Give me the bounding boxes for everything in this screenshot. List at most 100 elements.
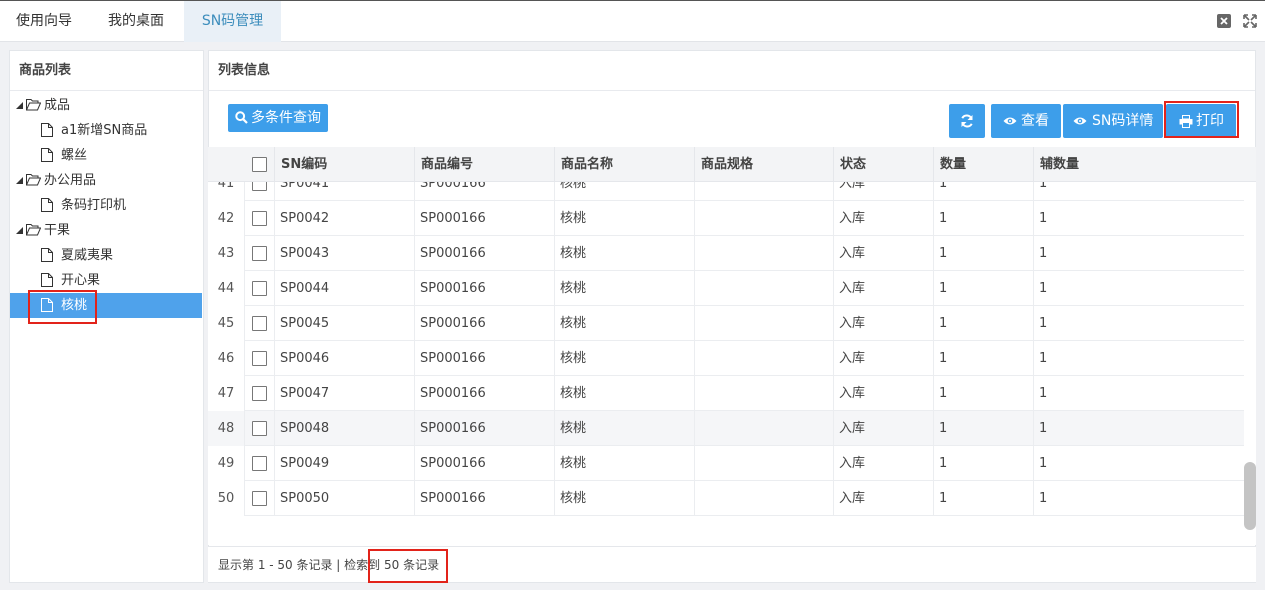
table-row[interactable]: 49 SP0049 SP000166 核桃 入库 1 1 bbox=[208, 446, 1244, 481]
print-button[interactable]: 打印 bbox=[1166, 104, 1236, 138]
row-checkbox-cell bbox=[244, 411, 274, 446]
cell-status: 入库 bbox=[833, 376, 933, 411]
file-icon bbox=[41, 273, 53, 287]
table-row[interactable]: 45 SP0045 SP000166 核桃 入库 1 1 bbox=[208, 306, 1244, 341]
col-aux-quantity[interactable]: 辅数量 bbox=[1033, 147, 1244, 182]
table-row[interactable]: 46 SP0046 SP000166 核桃 入库 1 1 bbox=[208, 341, 1244, 376]
row-checkbox[interactable] bbox=[252, 211, 267, 226]
cell-product-code: SP000166 bbox=[414, 236, 554, 271]
table-row[interactable]: 44 SP0044 SP000166 核桃 入库 1 1 bbox=[208, 271, 1244, 306]
cell-status: 入库 bbox=[833, 182, 933, 201]
cell-product-spec bbox=[694, 271, 833, 306]
cell-status: 入库 bbox=[833, 306, 933, 341]
cell-sn-code: SP0046 bbox=[274, 341, 414, 376]
grid-header: SN编码 商品编号 商品名称 商品规格 状态 数量 辅数量 bbox=[208, 147, 1256, 182]
row-checkbox[interactable] bbox=[252, 351, 267, 366]
scrollbar-thumb[interactable] bbox=[1244, 462, 1256, 530]
refresh-button[interactable] bbox=[949, 104, 985, 138]
multi-condition-query-button[interactable]: 多条件查询 bbox=[228, 104, 328, 132]
row-number: 45 bbox=[208, 306, 244, 341]
tree-node-finished-goods[interactable]: 成品 bbox=[10, 93, 202, 118]
col-product-spec[interactable]: 商品规格 bbox=[694, 147, 833, 182]
row-checkbox-cell bbox=[244, 306, 274, 341]
tree-leaf-barcode-printer[interactable]: 条码打印机 bbox=[10, 193, 202, 218]
tree-leaf-walnut[interactable]: 核桃 bbox=[10, 293, 202, 318]
file-icon bbox=[41, 248, 53, 262]
tree-node-dried-fruit[interactable]: 干果 bbox=[10, 218, 202, 243]
tree-node-label: 干果 bbox=[44, 223, 71, 238]
file-icon bbox=[41, 148, 53, 162]
row-checkbox[interactable] bbox=[252, 316, 267, 331]
select-all-checkbox[interactable] bbox=[252, 157, 267, 172]
cell-product-spec bbox=[694, 411, 833, 446]
tab-sn-management[interactable]: SN码管理 bbox=[184, 1, 281, 42]
record-count-text: 显示第 1 - 50 条记录 | 检索到 50 条记录 bbox=[218, 558, 440, 572]
row-checkbox[interactable] bbox=[252, 421, 267, 436]
tree-leaf-macadamia[interactable]: 夏威夷果 bbox=[10, 243, 202, 268]
row-checkbox[interactable] bbox=[252, 281, 267, 296]
caret-down-icon[interactable] bbox=[16, 177, 23, 184]
tree-leaf-a1-sn-product[interactable]: a1新增SN商品 bbox=[10, 118, 202, 143]
row-checkbox-cell bbox=[244, 182, 274, 201]
close-box-icon[interactable] bbox=[1217, 14, 1231, 28]
row-number: 46 bbox=[208, 341, 244, 376]
col-product-name[interactable]: 商品名称 bbox=[554, 147, 694, 182]
row-number: 49 bbox=[208, 446, 244, 481]
col-status[interactable]: 状态 bbox=[833, 147, 933, 182]
col-product-code[interactable]: 商品编号 bbox=[414, 147, 554, 182]
cell-status: 入库 bbox=[833, 411, 933, 446]
grid-scrollbar[interactable] bbox=[1244, 182, 1256, 545]
cell-status: 入库 bbox=[833, 236, 933, 271]
row-checkbox-cell bbox=[244, 446, 274, 481]
grid-body: 41 SP0041 SP000166 核桃 入库 1 1 42 SP0042 SP000166 核桃… bbox=[208, 182, 1256, 545]
table-row[interactable]: 50 SP0050 SP000166 核桃 入库 1 1 bbox=[208, 481, 1244, 516]
row-number: 41 bbox=[208, 182, 244, 201]
row-number: 44 bbox=[208, 271, 244, 306]
caret-down-icon[interactable] bbox=[16, 227, 23, 234]
cell-product-spec bbox=[694, 376, 833, 411]
col-sn-code[interactable]: SN编码 bbox=[274, 147, 414, 182]
tree-node-office-supplies[interactable]: 办公用品 bbox=[10, 168, 202, 193]
grid-footer: 显示第 1 - 50 条记录 | 检索到 50 条记录 bbox=[208, 546, 1256, 582]
expand-icon[interactable] bbox=[1243, 14, 1257, 28]
cell-quantity: 1 bbox=[933, 271, 1033, 306]
cell-product-name: 核桃 bbox=[554, 481, 694, 516]
row-checkbox[interactable] bbox=[252, 456, 267, 471]
tab-desktop[interactable]: 我的桌面 bbox=[88, 1, 184, 42]
file-icon bbox=[41, 123, 53, 137]
row-checkbox[interactable] bbox=[252, 491, 267, 506]
cell-status: 入库 bbox=[833, 341, 933, 376]
cell-product-spec bbox=[694, 236, 833, 271]
row-checkbox[interactable] bbox=[252, 182, 267, 191]
folder-open-icon bbox=[26, 174, 41, 186]
table-row[interactable]: 47 SP0047 SP000166 核桃 入库 1 1 bbox=[208, 376, 1244, 411]
tab-guide[interactable]: 使用向导 bbox=[0, 1, 88, 42]
tree-leaf-screw[interactable]: 螺丝 bbox=[10, 143, 202, 168]
cell-quantity: 1 bbox=[933, 481, 1033, 516]
table-row[interactable]: 41 SP0041 SP000166 核桃 入库 1 1 bbox=[208, 182, 1244, 201]
cell-quantity: 1 bbox=[933, 182, 1033, 201]
caret-down-icon[interactable] bbox=[16, 102, 23, 109]
sn-detail-button[interactable]: SN码详情 bbox=[1063, 104, 1163, 138]
view-button[interactable]: 查看 bbox=[991, 104, 1061, 138]
cell-product-name: 核桃 bbox=[554, 411, 694, 446]
folder-open-icon bbox=[26, 224, 41, 236]
col-quantity[interactable]: 数量 bbox=[933, 147, 1033, 182]
search-icon bbox=[235, 111, 248, 124]
table-row[interactable]: 48 SP0048 SP000166 核桃 入库 1 1 bbox=[208, 411, 1244, 446]
table-row[interactable]: 42 SP0042 SP000166 核桃 入库 1 1 bbox=[208, 201, 1244, 236]
row-checkbox[interactable] bbox=[252, 386, 267, 401]
cell-product-name: 核桃 bbox=[554, 236, 694, 271]
row-checkbox-cell bbox=[244, 481, 274, 516]
cell-aux-quantity: 1 bbox=[1033, 306, 1244, 341]
cell-sn-code: SP0048 bbox=[274, 411, 414, 446]
printer-icon bbox=[1179, 115, 1193, 128]
tree-leaf-label: 开心果 bbox=[61, 273, 101, 288]
row-checkbox[interactable] bbox=[252, 246, 267, 261]
cell-aux-quantity: 1 bbox=[1033, 446, 1244, 481]
table-row[interactable]: 43 SP0043 SP000166 核桃 入库 1 1 bbox=[208, 236, 1244, 271]
cell-product-spec bbox=[694, 201, 833, 236]
tree-leaf-pistachio[interactable]: 开心果 bbox=[10, 268, 202, 293]
view-label: 查看 bbox=[1021, 113, 1049, 129]
tree-node-label: 办公用品 bbox=[44, 173, 97, 188]
